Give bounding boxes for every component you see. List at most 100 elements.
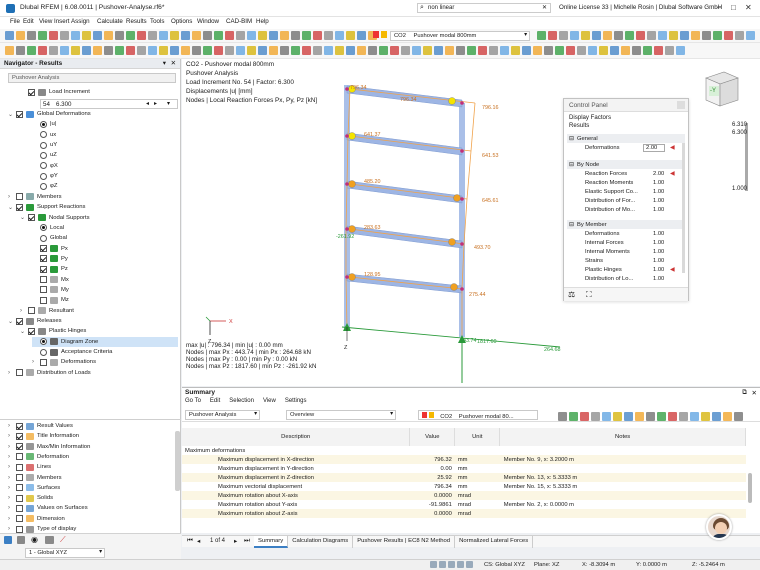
status-toggle-icon[interactable] (466, 561, 473, 568)
toolbar-icon[interactable] (16, 31, 25, 40)
navigation-cube[interactable]: -Y (700, 68, 742, 110)
toolbar-icon[interactable] (570, 31, 579, 40)
checkbox[interactable] (40, 265, 47, 273)
tree-item[interactable]: ux (32, 130, 178, 140)
chevron-right-icon[interactable]: › (8, 485, 14, 491)
checkbox[interactable] (16, 525, 23, 533)
chevron-right-icon[interactable]: › (8, 423, 14, 429)
menu-options[interactable]: Options (171, 18, 192, 25)
tree-item[interactable]: Py (32, 254, 178, 264)
tree-item[interactable]: Mz (32, 295, 178, 305)
toolbar-icon[interactable] (379, 46, 388, 55)
toolbar-icon[interactable] (214, 31, 223, 40)
table-row[interactable]: Maximum rotation about Y-axis -91.9861 mra… (182, 500, 746, 509)
tree-item[interactable]: uZ (32, 150, 178, 160)
checkbox[interactable] (16, 110, 23, 118)
toolbar-icon[interactable] (680, 31, 689, 40)
tree-item[interactable]: Pz (32, 264, 178, 274)
toolbar-icon[interactable] (280, 46, 289, 55)
toolbar-icon[interactable] (500, 46, 509, 55)
cp-section-header[interactable]: ⊟ By Node (567, 160, 685, 169)
checkbox[interactable] (40, 296, 47, 304)
toolbar-icon[interactable] (657, 412, 666, 421)
close-summary-icon[interactable]: ✕ (751, 389, 757, 397)
previous-increment-icon[interactable]: ◂ (146, 100, 149, 107)
toolbar-icon[interactable] (701, 412, 710, 421)
toolbar-icon[interactable] (71, 31, 80, 40)
chevron-down-icon[interactable]: ⌄ (8, 111, 14, 118)
maximize-button[interactable]: □ (731, 3, 736, 12)
toolbar-icon[interactable] (335, 31, 344, 40)
tree-item[interactable]: › Distribution of Loads (8, 368, 178, 378)
toolbar-icon[interactable] (467, 46, 476, 55)
chevron-down-icon[interactable]: ⌄ (8, 318, 14, 325)
first-page-icon[interactable]: ⏮ (187, 537, 193, 545)
radio-button[interactable] (40, 234, 47, 242)
scale-icon[interactable]: ⚖ (568, 290, 575, 299)
checkbox[interactable] (28, 214, 35, 221)
toolbar-icon[interactable] (60, 31, 69, 40)
toolbar-icon[interactable] (658, 31, 667, 40)
checkbox[interactable] (16, 443, 23, 451)
chevron-right-icon[interactable]: › (8, 495, 14, 501)
toolbar-icon[interactable] (104, 46, 113, 55)
tree-item[interactable]: Load Increment (20, 87, 178, 97)
toolbar-icon[interactable] (181, 31, 190, 40)
chevron-down-icon[interactable]: ⌄ (8, 204, 14, 211)
collapse-icon[interactable]: ⊟ (569, 161, 574, 168)
toolbar-icon[interactable] (258, 46, 267, 55)
toolbar-icon[interactable] (324, 46, 333, 55)
summary-menu-view[interactable]: View (263, 398, 276, 408)
toolbar-icon[interactable] (126, 46, 135, 55)
deformation-factor-input[interactable]: 2.00 (643, 143, 665, 152)
toolbar-icon[interactable] (566, 46, 575, 55)
toolbar-icon[interactable] (610, 46, 619, 55)
checkbox[interactable] (16, 474, 23, 481)
toolbar-icon[interactable] (390, 46, 399, 55)
summary-lc-combo[interactable]: CO2 Pushover modal 80... (418, 410, 538, 420)
toolbar-icon[interactable] (302, 46, 311, 55)
collapse-icon[interactable]: ⊟ (569, 135, 574, 142)
toolbar-icon[interactable] (625, 31, 634, 40)
display-item[interactable]: › Values on Surfaces (8, 503, 168, 513)
checkbox[interactable] (16, 203, 23, 211)
toolbar-icon[interactable] (632, 46, 641, 55)
summary-menu-selection[interactable]: Selection (229, 398, 254, 408)
column-header[interactable]: Description (182, 428, 411, 446)
toolbar-icon[interactable] (126, 31, 135, 40)
next-page-icon[interactable]: ▸ (234, 537, 237, 545)
chevron-right-icon[interactable]: › (8, 370, 14, 376)
radio-button[interactable] (40, 141, 47, 149)
checkbox[interactable] (28, 88, 35, 96)
menu-help[interactable]: Help (256, 18, 269, 25)
toolbar-icon[interactable] (581, 31, 590, 40)
radio-button[interactable] (40, 131, 47, 139)
table-row[interactable]: Maximum displacement in Z-direction 25.92… (182, 473, 746, 482)
search-input[interactable]: non linear (428, 5, 454, 11)
cp-row-value[interactable]: 1.00 (653, 198, 664, 204)
tree-item[interactable]: ⌄ Nodal Supports (20, 213, 178, 223)
display-item[interactable]: › Surfaces (8, 483, 168, 493)
status-toggle-icon[interactable] (448, 561, 455, 568)
checkbox[interactable] (40, 286, 47, 294)
toolbar-icon[interactable] (690, 412, 699, 421)
toolbar-icon[interactable] (423, 46, 432, 55)
radio-button[interactable] (40, 224, 47, 232)
data-tab-icon[interactable] (4, 536, 12, 544)
toolbar-icon[interactable] (723, 412, 732, 421)
toolbar-icon[interactable] (247, 31, 256, 40)
status-toggle-icon[interactable] (457, 561, 464, 568)
checkbox[interactable] (16, 422, 23, 430)
tree-item[interactable]: Mx (32, 275, 178, 285)
toolbar-icon[interactable] (544, 46, 553, 55)
checkbox[interactable] (16, 484, 23, 492)
toolbar-icon[interactable] (192, 46, 201, 55)
next-increment-icon[interactable]: ▸ (154, 100, 157, 107)
toolbar-icon[interactable] (434, 46, 443, 55)
checkbox[interactable] (16, 369, 23, 377)
menu-cadbim[interactable]: CAD-BIM (226, 18, 252, 25)
search-box[interactable]: ⌕ non linear ✕ (417, 3, 551, 13)
toolbar-icon[interactable] (115, 31, 124, 40)
toolbar-icon[interactable] (159, 46, 168, 55)
chevron-down-icon[interactable]: ⌄ (20, 328, 26, 335)
